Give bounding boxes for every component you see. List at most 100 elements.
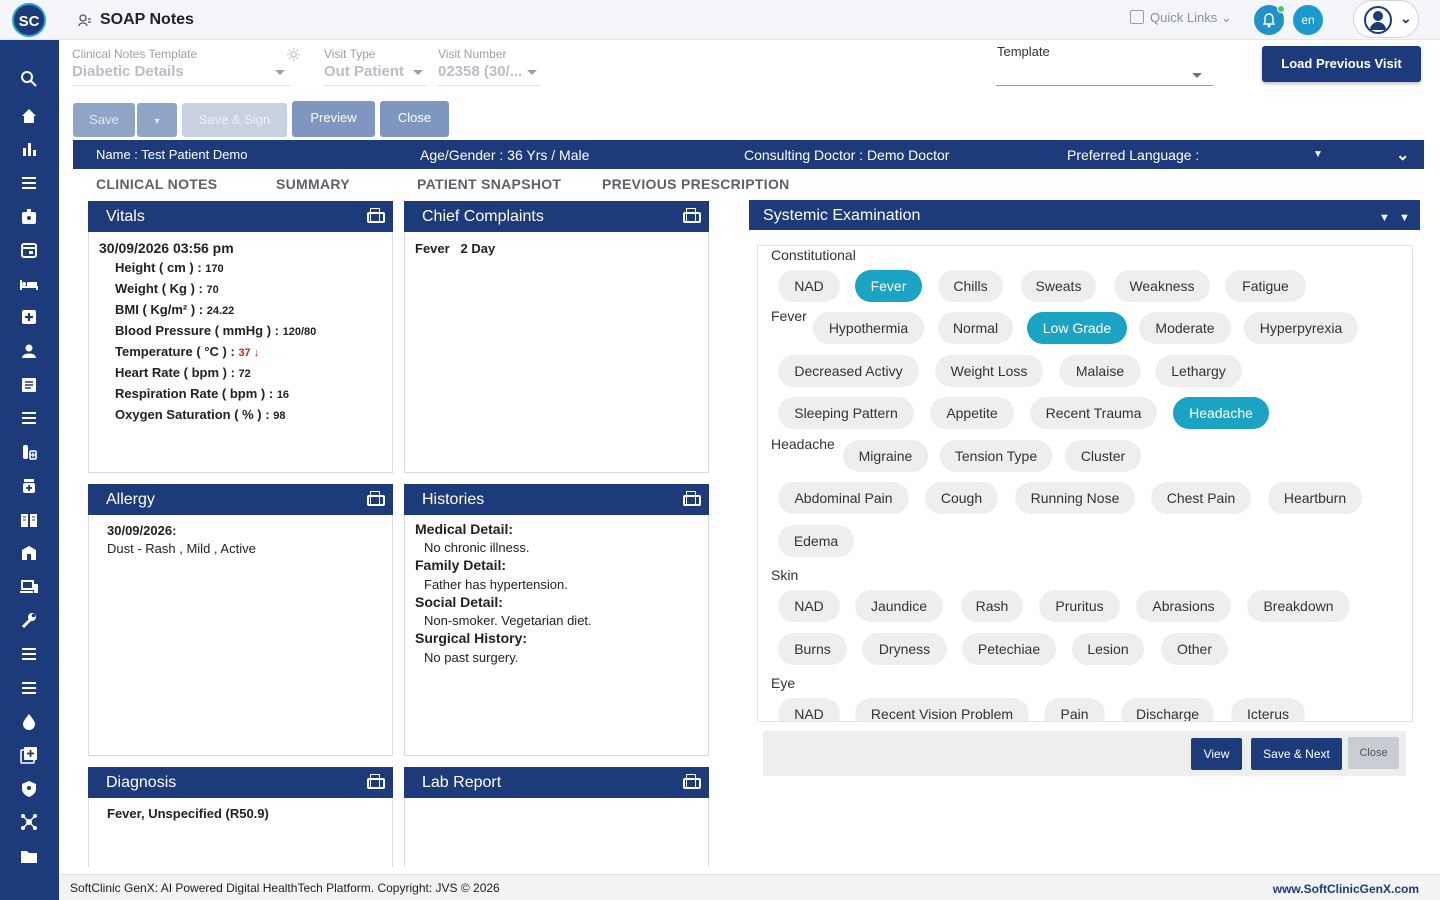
chip-weight-loss[interactable]: Weight Loss bbox=[935, 355, 1043, 387]
chip-abdominal-pain[interactable]: Abdominal Pain bbox=[778, 482, 909, 514]
close-button[interactable]: Close bbox=[380, 101, 449, 137]
chip-icterus[interactable]: Icterus bbox=[1231, 698, 1305, 721]
chip-chest-pain[interactable]: Chest Pain bbox=[1151, 482, 1251, 514]
chip-discharge[interactable]: Discharge bbox=[1121, 698, 1214, 721]
chip-rash[interactable]: Rash bbox=[961, 590, 1023, 622]
chip-weakness[interactable]: Weakness bbox=[1114, 270, 1210, 302]
save-dropdown-button[interactable]: ▼ bbox=[137, 103, 177, 137]
wrench-icon[interactable] bbox=[19, 611, 39, 631]
chip-edema[interactable]: Edema bbox=[778, 525, 854, 557]
book-icon[interactable] bbox=[19, 511, 39, 531]
add-record-icon[interactable] bbox=[19, 746, 39, 766]
chevron-down-icon[interactable] bbox=[275, 70, 285, 75]
chip-headache[interactable]: Headache bbox=[1173, 397, 1269, 429]
print-icon[interactable] bbox=[683, 774, 701, 789]
systemic-examination-header[interactable]: Systemic Examination ▼ ▼ bbox=[749, 200, 1420, 230]
save-and-next-button[interactable]: Save & Next bbox=[1251, 738, 1342, 770]
language-button[interactable]: en bbox=[1293, 5, 1323, 35]
chip-heartburn[interactable]: Heartburn bbox=[1268, 482, 1362, 514]
devices-icon[interactable] bbox=[19, 578, 39, 598]
chip-nad[interactable]: NAD bbox=[778, 270, 840, 302]
chip-pain[interactable]: Pain bbox=[1044, 698, 1105, 721]
chip-fever[interactable]: Fever bbox=[855, 270, 922, 302]
print-icon[interactable] bbox=[367, 774, 385, 789]
user-icon[interactable] bbox=[19, 342, 39, 362]
chip-hypothermia[interactable]: Hypothermia bbox=[813, 312, 924, 344]
save-and-sign-button[interactable]: Save & Sign bbox=[182, 103, 287, 137]
save-button[interactable]: Save bbox=[73, 103, 135, 137]
settings-icon[interactable] bbox=[286, 47, 301, 67]
chip-sweats[interactable]: Sweats bbox=[1021, 270, 1096, 302]
chip-malaise[interactable]: Malaise bbox=[1059, 355, 1141, 387]
print-icon[interactable] bbox=[683, 208, 701, 223]
app-logo[interactable]: SC bbox=[12, 3, 46, 37]
list-icon[interactable] bbox=[19, 409, 39, 429]
template-select[interactable] bbox=[996, 85, 1213, 86]
chip-chills[interactable]: Chills bbox=[938, 270, 1003, 302]
quick-links-menu[interactable]: Quick Links ⌄ bbox=[1130, 10, 1232, 26]
chip-normal[interactable]: Normal bbox=[938, 312, 1013, 344]
chip-skin-nad[interactable]: NAD bbox=[778, 590, 840, 622]
chip-lesion[interactable]: Lesion bbox=[1072, 633, 1144, 665]
chip-migraine[interactable]: Migraine bbox=[843, 440, 928, 472]
chip-moderate[interactable]: Moderate bbox=[1139, 312, 1231, 344]
medical-plus-icon[interactable] bbox=[19, 308, 39, 328]
language-dropdown-icon[interactable]: ▼ bbox=[1313, 149, 1323, 160]
footer-link[interactable]: www.SoftClinicGenX.com bbox=[1273, 882, 1419, 896]
tab-previous-prescription[interactable]: PREVIOUS PRESCRIPTION bbox=[602, 176, 790, 192]
chevron-down-icon[interactable] bbox=[1192, 73, 1202, 78]
chip-cough[interactable]: Cough bbox=[925, 482, 998, 514]
systemic-close-button[interactable]: Close bbox=[1348, 737, 1399, 769]
id-badge-icon[interactable] bbox=[19, 208, 39, 228]
visit-type-field[interactable]: Visit Type Out Patient bbox=[324, 47, 426, 86]
chevron-down-icon[interactable] bbox=[413, 70, 423, 75]
chip-other[interactable]: Other bbox=[1161, 633, 1228, 665]
chip-breakdown[interactable]: Breakdown bbox=[1247, 590, 1350, 622]
chip-lethargy[interactable]: Lethargy bbox=[1155, 355, 1242, 387]
chip-pruritus[interactable]: Pruritus bbox=[1039, 590, 1120, 622]
chip-burns[interactable]: Burns bbox=[778, 633, 847, 665]
folder-icon[interactable] bbox=[19, 847, 39, 867]
print-icon[interactable] bbox=[367, 491, 385, 506]
print-icon[interactable] bbox=[367, 208, 385, 223]
view-button[interactable]: View bbox=[1191, 738, 1242, 770]
load-previous-visit-button[interactable]: Load Previous Visit bbox=[1262, 46, 1421, 82]
network-icon[interactable] bbox=[19, 813, 39, 833]
chip-hyperpyrexia[interactable]: Hyperpyrexia bbox=[1244, 312, 1358, 344]
bed-icon[interactable] bbox=[19, 275, 39, 295]
blood-drop-icon[interactable] bbox=[19, 712, 39, 732]
chip-running-nose[interactable]: Running Nose bbox=[1015, 482, 1135, 514]
chip-abrasions[interactable]: Abrasions bbox=[1136, 590, 1231, 622]
chip-appetite[interactable]: Appetite bbox=[930, 397, 1014, 429]
calendar-icon[interactable] bbox=[19, 241, 39, 261]
chip-recent-vision-problem[interactable]: Recent Vision Problem bbox=[855, 698, 1029, 721]
chip-cluster[interactable]: Cluster bbox=[1065, 440, 1141, 472]
print-icon[interactable] bbox=[683, 491, 701, 506]
medicine-bottle-icon[interactable] bbox=[19, 477, 39, 497]
chip-jaundice[interactable]: Jaundice bbox=[855, 590, 943, 622]
chip-tension-type[interactable]: Tension Type bbox=[940, 440, 1052, 472]
chevron-down-icon[interactable] bbox=[527, 70, 537, 75]
hospital-icon[interactable] bbox=[19, 544, 39, 564]
tab-summary[interactable]: SUMMARY bbox=[276, 176, 350, 192]
chevron-down-icon[interactable]: ⌄ bbox=[1396, 145, 1409, 165]
menu-icon[interactable] bbox=[19, 174, 39, 194]
bar-chart-icon[interactable] bbox=[19, 140, 39, 160]
tab-patient-snapshot[interactable]: PATIENT SNAPSHOT bbox=[417, 176, 561, 192]
pharmacy-icon[interactable] bbox=[19, 443, 39, 463]
caret-down-icon[interactable]: ▼ bbox=[1399, 203, 1410, 234]
search-icon[interactable] bbox=[19, 70, 39, 90]
clinical-notes-template-field[interactable]: Clinical Notes Template Diabetic Details bbox=[72, 47, 290, 86]
tab-clinical-notes[interactable]: CLINICAL NOTES bbox=[96, 176, 217, 192]
home-icon[interactable] bbox=[19, 107, 39, 127]
report-icon[interactable] bbox=[19, 376, 39, 396]
visit-number-field[interactable]: Visit Number 02358 (30/... bbox=[438, 47, 540, 86]
menu-icon-2[interactable] bbox=[19, 645, 39, 665]
caret-down-icon[interactable]: ▼ bbox=[1379, 203, 1390, 234]
chip-decreased-activy[interactable]: Decreased Activy bbox=[778, 355, 919, 387]
chip-dryness[interactable]: Dryness bbox=[862, 633, 947, 665]
chip-fatigue[interactable]: Fatigue bbox=[1225, 270, 1306, 302]
shield-icon[interactable] bbox=[19, 780, 39, 800]
menu-icon-3[interactable] bbox=[19, 679, 39, 699]
chip-petechiae[interactable]: Petechiae bbox=[962, 633, 1056, 665]
